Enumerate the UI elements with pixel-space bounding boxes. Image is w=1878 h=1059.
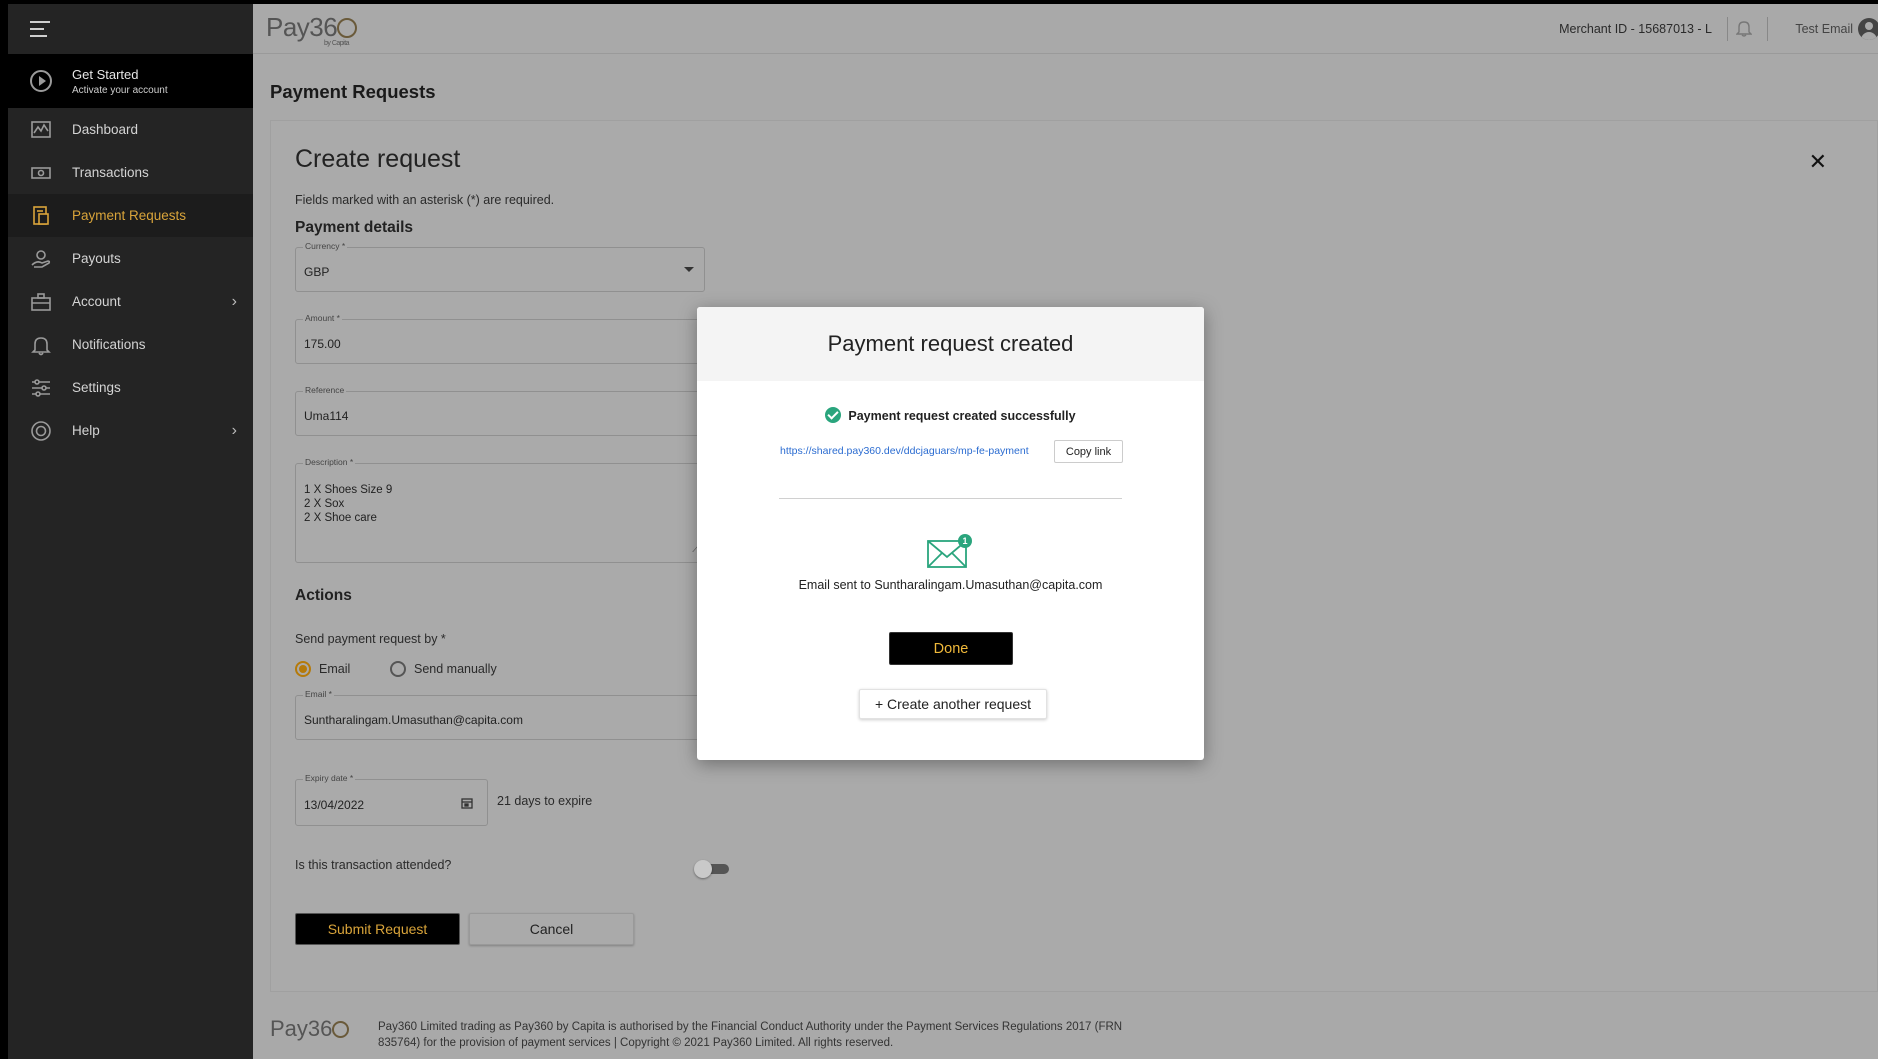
radio-email[interactable] [295, 661, 311, 677]
email-count-badge: 1 [958, 534, 972, 548]
email-label: Email * [303, 689, 334, 699]
chevron-down-icon [684, 267, 694, 272]
check-circle-icon [825, 407, 842, 423]
close-icon[interactable]: ✕ [1809, 149, 1827, 175]
sidebar-item-label: Settings [72, 380, 121, 395]
page-title: Payment Requests [270, 81, 436, 102]
payment-created-modal: Payment request created Payment request … [697, 307, 1204, 760]
required-hint: Fields marked with an asterisk (*) are r… [295, 193, 555, 207]
payment-request-icon [30, 205, 52, 227]
done-button[interactable]: Done [889, 632, 1013, 665]
sliders-icon [30, 377, 52, 399]
email-value: Suntharalingam.Umasuthan@capita.com [304, 713, 523, 727]
description-field[interactable]: Description * 1 X Shoes Size 9 2 X Sox 2… [295, 457, 705, 563]
bell-icon [30, 334, 52, 356]
expiry-label: Expiry date * [303, 773, 356, 783]
cancel-button[interactable]: Cancel [469, 913, 634, 945]
footer-legal-text: Pay360 Limited trading as Pay360 by Capi… [378, 1021, 1123, 1049]
sidebar-item-payment-requests[interactable]: Payment Requests [8, 194, 253, 237]
get-started-item[interactable]: Get Started Activate your account [8, 54, 253, 108]
sidebar-item-label: Payouts [72, 251, 121, 266]
user-avatar-icon[interactable] [1858, 18, 1878, 40]
modal-title: Payment request created [697, 307, 1204, 381]
currency-label: Currency * [303, 241, 348, 251]
create-another-request-button[interactable]: + Create another request [859, 689, 1047, 719]
payment-link[interactable]: https://shared.pay360.dev/ddcjaguars/mp-… [780, 445, 1029, 457]
description-label: Description * [303, 457, 356, 467]
sidebar-item-label: Help [72, 423, 100, 438]
merchant-id: Merchant ID - 15687013 - L [1559, 22, 1712, 36]
copy-link-button[interactable]: Copy link [1054, 440, 1123, 463]
menu-icon[interactable] [30, 21, 50, 37]
pay360-logo[interactable]: Pay36 by Capita [266, 12, 358, 47]
get-started-subtitle: Activate your account [72, 84, 168, 96]
email-field[interactable]: Email * Suntharalingam.Umasuthan@capita.… [295, 689, 705, 740]
footer-logo: Pay36 [270, 1016, 350, 1042]
success-message: Payment request created successfully [697, 407, 1204, 423]
sidebar-item-notifications[interactable]: Notifications [8, 323, 253, 366]
divider [1727, 17, 1728, 41]
radio-send-manually-label[interactable]: Send manually [414, 662, 497, 676]
lifebuoy-icon [30, 420, 52, 442]
user-name[interactable]: Test Email [1795, 22, 1853, 36]
amount-value: 175.00 [304, 337, 341, 351]
chart-icon [30, 119, 52, 141]
sidebar-item-settings[interactable]: Settings [8, 366, 253, 409]
divider [1767, 17, 1768, 41]
reference-label: Reference [303, 385, 347, 395]
radio-email-label[interactable]: Email [319, 662, 350, 676]
divider [779, 498, 1122, 499]
sidebar-item-help[interactable]: Help › [8, 409, 253, 452]
chevron-right-icon: › [231, 421, 237, 439]
amount-label: Amount * [303, 313, 342, 323]
send-by-label: Send payment request by * [295, 632, 446, 646]
payout-icon [30, 248, 52, 270]
sidebar: Get Started Activate your account Dashbo… [8, 4, 253, 1059]
description-line: 2 X Sox [304, 498, 345, 510]
money-icon [30, 162, 52, 184]
expiry-date-field[interactable]: Expiry date * 13/04/2022 [295, 773, 488, 826]
email-sent-text: Email sent to Suntharalingam.Umasuthan@c… [798, 578, 1103, 592]
sidebar-item-account[interactable]: Account › [8, 280, 253, 323]
attended-label: Is this transaction attended? [295, 858, 452, 872]
sidebar-header [8, 4, 253, 54]
sidebar-item-label: Transactions [72, 165, 149, 180]
calendar-icon[interactable] [461, 797, 473, 809]
play-circle-icon [30, 70, 52, 92]
currency-value: GBP [304, 265, 330, 279]
sidebar-item-dashboard[interactable]: Dashboard [8, 108, 253, 151]
sidebar-item-label: Account [72, 294, 121, 309]
expiry-note: 21 days to expire [497, 794, 593, 808]
reference-value: Uma114 [304, 409, 349, 423]
reference-field[interactable]: Reference Uma114 [295, 385, 705, 436]
briefcase-icon [30, 291, 52, 313]
top-bar: Pay36 by Capita Merchant ID - 15687013 -… [253, 4, 1878, 54]
get-started-title: Get Started [72, 66, 139, 82]
payment-details-heading: Payment details [295, 219, 414, 236]
sidebar-item-transactions[interactable]: Transactions [8, 151, 253, 194]
amount-field[interactable]: Amount * 175.00 [295, 313, 705, 364]
sidebar-item-label: Dashboard [72, 122, 139, 137]
currency-select[interactable]: Currency * GBP [295, 241, 705, 292]
submit-request-button[interactable]: Submit Request [295, 913, 460, 945]
sidebar-item-label: Notifications [72, 337, 146, 352]
radio-send-manually[interactable] [390, 661, 406, 677]
toggle-knob[interactable] [694, 860, 712, 878]
sidebar-item-label: Payment Requests [72, 208, 187, 223]
expiry-value: 13/04/2022 [304, 798, 365, 812]
actions-heading: Actions [295, 587, 352, 604]
notifications-bell-icon[interactable] [1736, 19, 1752, 37]
chevron-right-icon: › [231, 292, 237, 310]
sidebar-item-payouts[interactable]: Payouts [8, 237, 253, 280]
form-title: Create request [295, 145, 461, 173]
description-line: 2 X Shoe care [304, 512, 377, 524]
description-line: 1 X Shoes Size 9 [304, 484, 393, 496]
